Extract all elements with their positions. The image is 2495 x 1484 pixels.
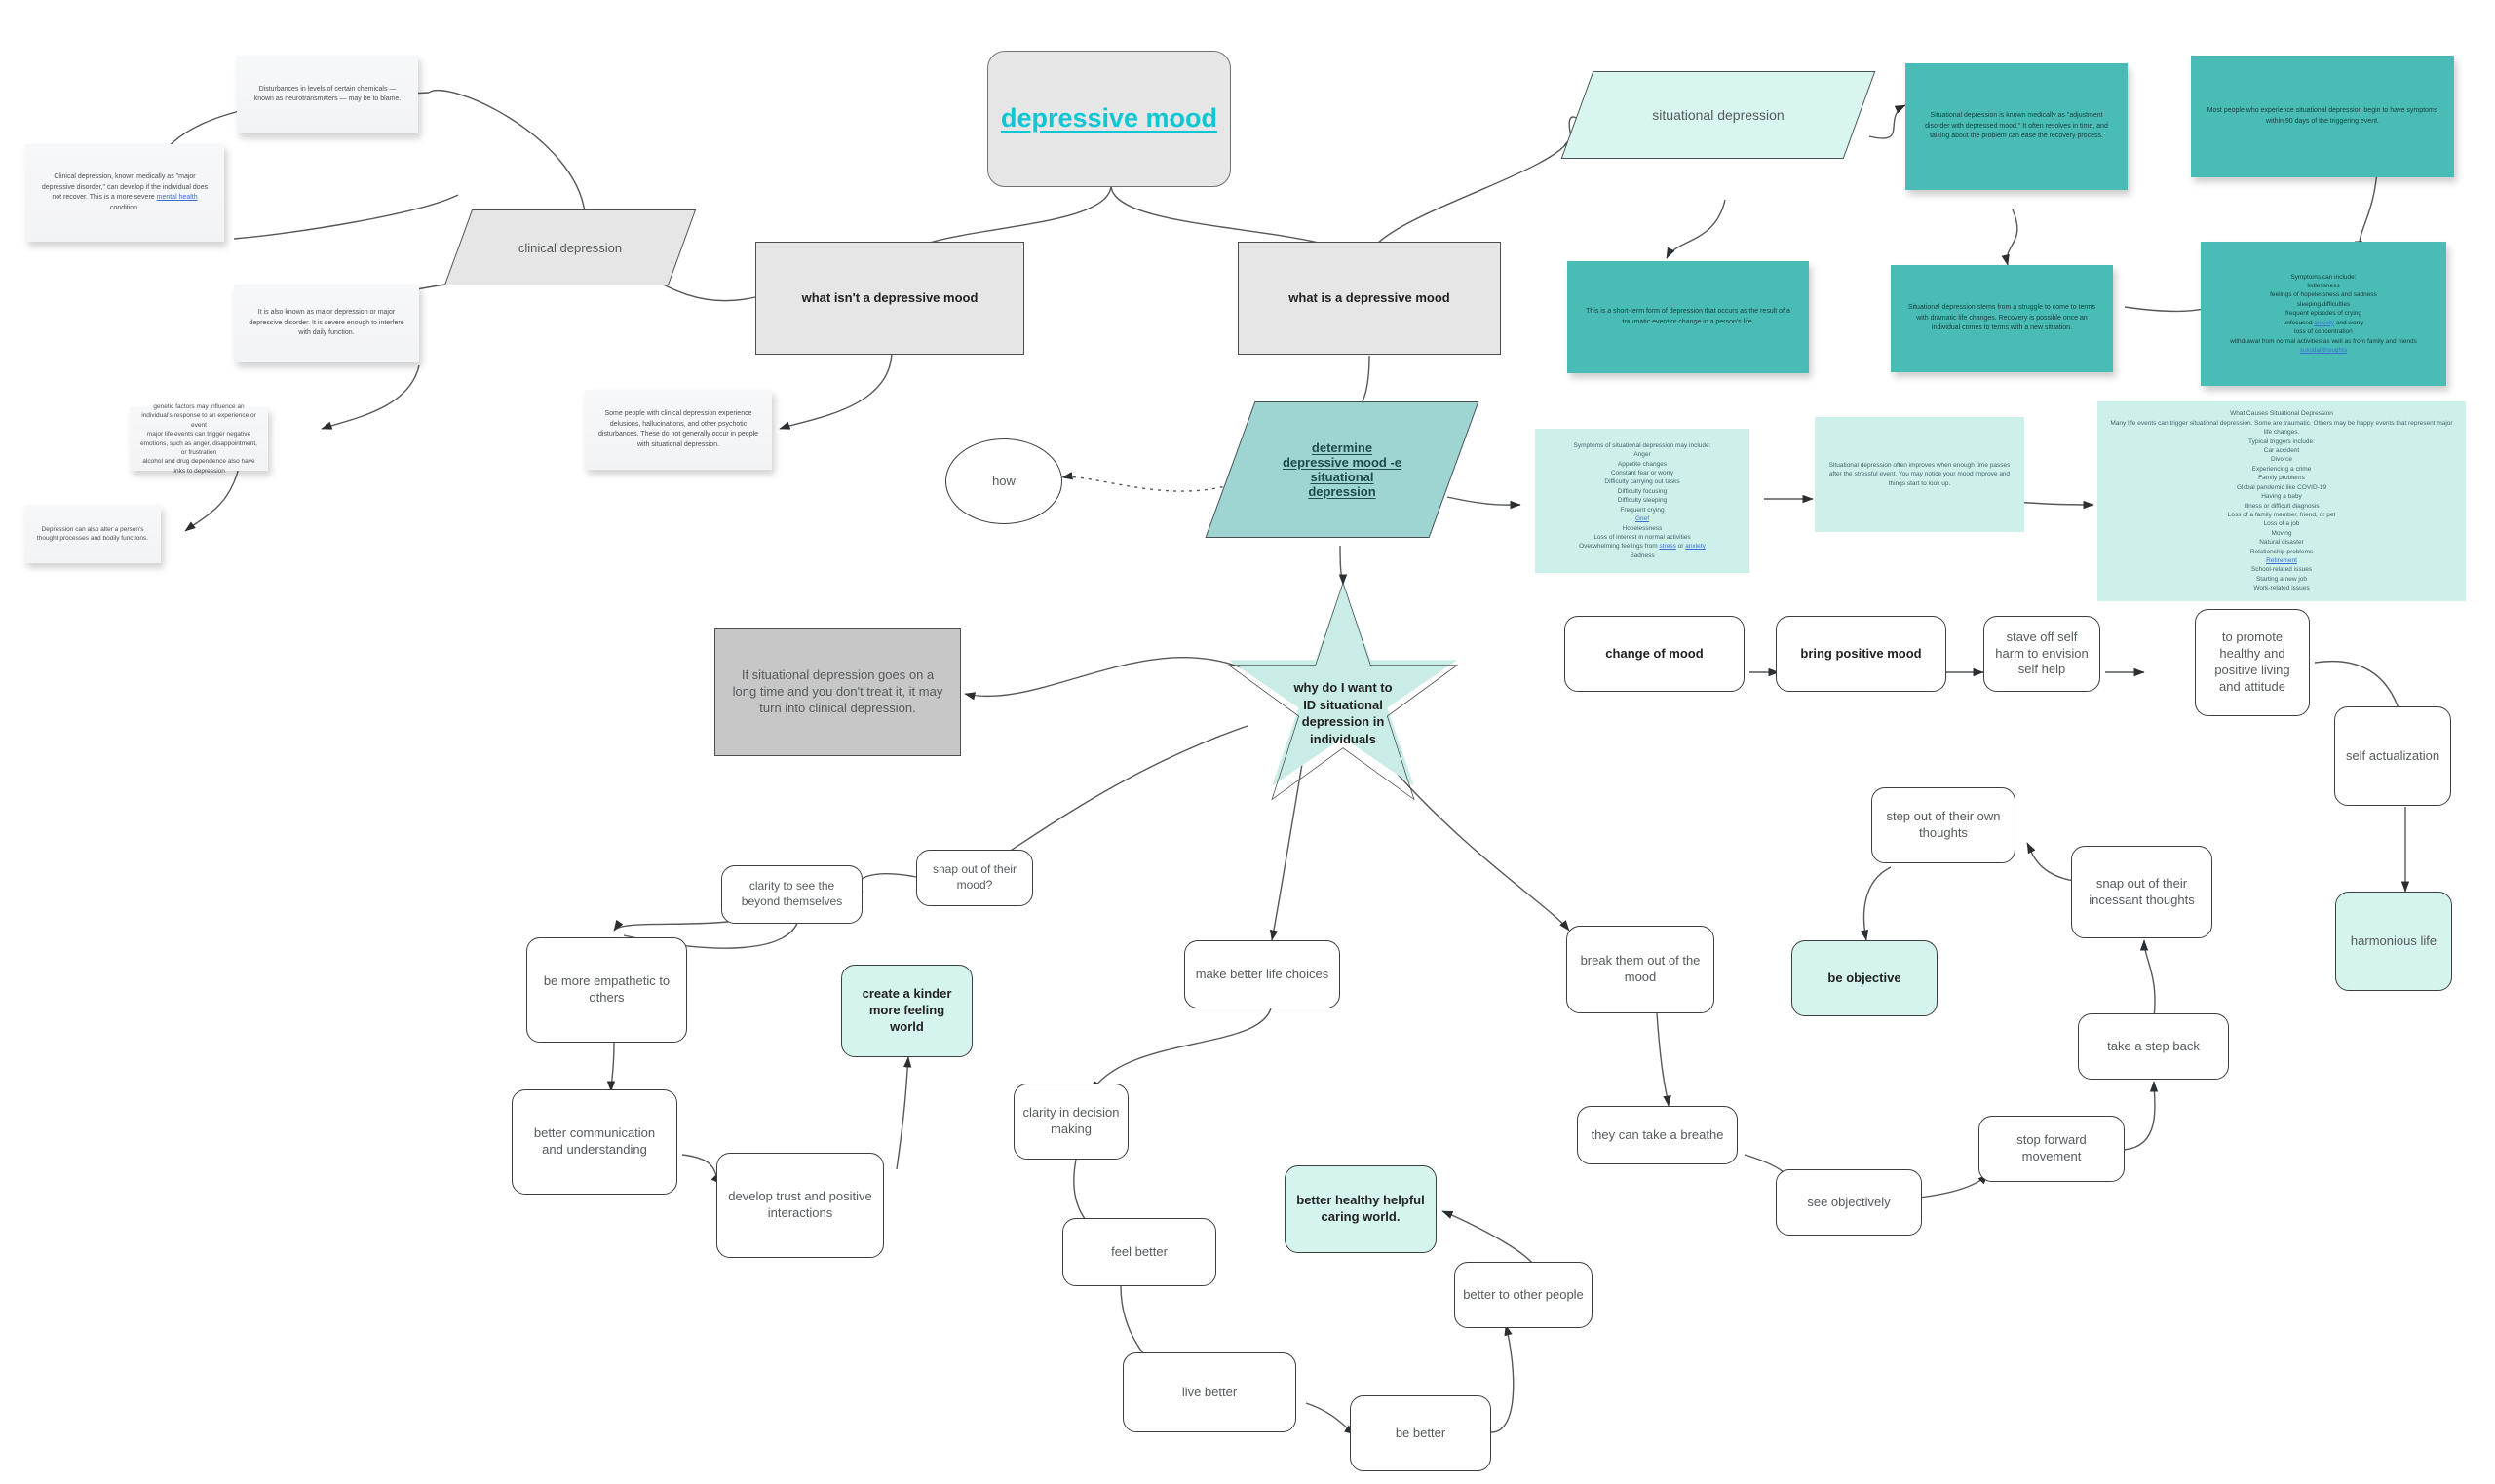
create-kinder-world-node[interactable]: create a kinder more feeling world xyxy=(841,965,973,1057)
how-node[interactable]: how xyxy=(945,438,1062,524)
mental-health-link[interactable]: mental health xyxy=(157,194,198,201)
feel-better-node[interactable]: feel better xyxy=(1062,1218,1216,1286)
snap-out-of-mood-node[interactable]: snap out of their mood? xyxy=(916,850,1033,906)
stop-forward-movement-node[interactable]: stop forward movement xyxy=(1978,1116,2125,1182)
situational-depression-shape[interactable]: situational depression xyxy=(1560,71,1876,159)
clarity-beyond-node[interactable]: clarity to see the beyond themselves xyxy=(721,865,863,924)
what-isnt-depressive-mood-node[interactable]: what isn't a depressive mood xyxy=(755,242,1024,355)
clinical-depression-label: clinical depression xyxy=(518,240,623,255)
short-term-note: This is a short-term form of depression … xyxy=(1567,261,1809,373)
clinical-depression-note: Clinical depression, known medically as … xyxy=(25,144,224,242)
what-causes-note: What Causes Situational Depression Many … xyxy=(2097,401,2466,601)
star-label: why do I want to ID situational depressi… xyxy=(1293,680,1393,746)
thought-processes-note: Depression can also alter a person's tho… xyxy=(24,505,161,563)
retirement-link[interactable]: Retirement xyxy=(2266,557,2297,564)
harmonious-life-node[interactable]: harmonious life xyxy=(2335,892,2452,991)
mindmap-canvas: Disturbances in levels of certain chemic… xyxy=(0,0,2495,1484)
promote-healthy-node[interactable]: to promote healthy and positive living a… xyxy=(2195,609,2310,716)
be-better-node[interactable]: be better xyxy=(1350,1395,1491,1471)
take-a-breathe-node[interactable]: they can take a breathe xyxy=(1577,1106,1738,1164)
be-objective-node[interactable]: be objective xyxy=(1791,940,1938,1016)
make-better-life-choices-node[interactable]: make better life choices xyxy=(1184,940,1340,1008)
stress-link[interactable]: stress xyxy=(1660,543,1676,550)
turns-clinical-note: If situational depression goes on a long… xyxy=(714,628,961,756)
determine-label: determine depressive mood -e situational… xyxy=(1282,440,1402,499)
better-healthy-world-node[interactable]: better healthy helpful caring world. xyxy=(1285,1165,1437,1253)
what-is-depressive-mood-node[interactable]: what is a depressive mood xyxy=(1238,242,1501,355)
neurotransmitters-note: Disturbances in levels of certain chemic… xyxy=(237,56,418,133)
bring-positive-mood-node[interactable]: bring positive mood xyxy=(1776,616,1946,692)
grief-link[interactable]: Grief xyxy=(1635,515,1649,522)
clinical-depression-shape[interactable]: clinical depression xyxy=(443,209,697,285)
90-days-note: Most people who experience situational d… xyxy=(2191,56,2454,177)
genetic-factors-note: genetic factors may influence an individ… xyxy=(130,403,268,475)
develop-trust-node[interactable]: develop trust and positive interactions xyxy=(716,1153,884,1258)
anxiety-link-2[interactable]: anxiety xyxy=(1685,543,1706,550)
step-out-thoughts-node[interactable]: step out of their own thoughts xyxy=(1871,787,2015,863)
symptoms-can-include-note: Symptoms can include: listlessness feeli… xyxy=(2201,242,2446,386)
better-communication-node[interactable]: better communication and understanding xyxy=(512,1089,677,1195)
anxiety-link[interactable]: anxiety xyxy=(2314,320,2334,326)
see-objectively-node[interactable]: see objectively xyxy=(1776,1169,1922,1236)
stave-off-self-harm-node[interactable]: stave off self harm to envision self hel… xyxy=(1983,616,2100,692)
change-of-mood-node[interactable]: change of mood xyxy=(1564,616,1745,692)
page-title: depressive mood xyxy=(1000,103,1218,133)
break-them-out-node[interactable]: break them out of the mood xyxy=(1566,926,1714,1013)
why-id-situational-star[interactable]: why do I want to ID situational depressi… xyxy=(1226,583,1460,802)
title-node[interactable]: depressive mood xyxy=(987,51,1231,187)
situational-depression-label: situational depression xyxy=(1652,107,1785,123)
self-actualization-node[interactable]: self actualization xyxy=(2334,706,2451,806)
live-better-node[interactable]: live better xyxy=(1123,1352,1296,1432)
snap-incessant-node[interactable]: snap out of their incessant thoughts xyxy=(2071,846,2212,938)
struggle-note: Situational depression stems from a stru… xyxy=(1891,265,2113,372)
be-more-empathetic-node[interactable]: be more empathetic to others xyxy=(526,937,687,1043)
clarity-decision-node[interactable]: clarity in decision making xyxy=(1014,1084,1129,1160)
better-to-other-people-node[interactable]: better to other people xyxy=(1454,1262,1593,1328)
determine-shape[interactable]: determine depressive mood -e situational… xyxy=(1205,401,1479,538)
suicidal-thoughts-link[interactable]: suicidal thoughts xyxy=(2300,347,2347,354)
improves-note: Situational depression often improves wh… xyxy=(1815,417,2024,532)
take-a-step-back-node[interactable]: take a step back xyxy=(2078,1013,2229,1080)
major-depression-note: It is also known as major depression or … xyxy=(234,285,419,362)
symptoms-situational-note: Symptoms of situational depression may i… xyxy=(1535,429,1749,573)
some-people-note: Some people with clinical depression exp… xyxy=(585,390,772,470)
adjustment-disorder-note: Situational depression is known medicall… xyxy=(1905,63,2128,190)
